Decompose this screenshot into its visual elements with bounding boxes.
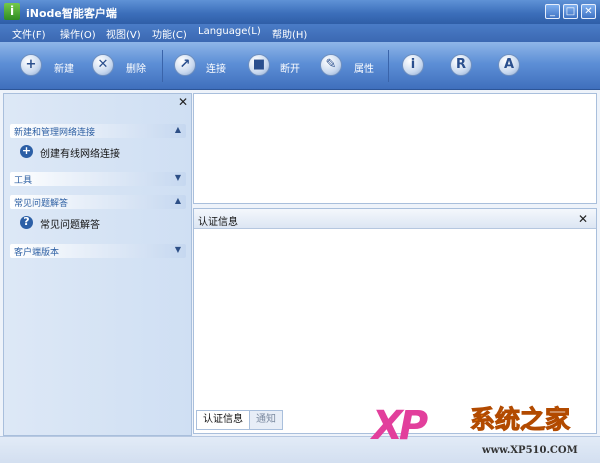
section-title: 工具 (14, 176, 33, 186)
section-client-version[interactable]: 客户端版本 ▼ (10, 244, 186, 258)
minimize-button[interactable]: _ (545, 4, 560, 19)
connection-list-pane[interactable] (193, 93, 597, 204)
properties-button-label[interactable]: 属性 (354, 60, 374, 75)
help-question-icon[interactable]: ? (20, 216, 33, 229)
add-icon[interactable]: + (20, 145, 33, 158)
auth-pane-header: 认证信息 ✕ (194, 209, 596, 229)
properties-wrench-icon[interactable]: ✎ (320, 54, 342, 76)
close-window-button[interactable]: ✕ (581, 4, 596, 19)
chevron-down-icon[interactable]: ▼ (175, 173, 181, 182)
info-icon[interactable]: i (402, 54, 424, 76)
auth-pane-close-icon[interactable]: ✕ (578, 212, 588, 226)
maximize-button[interactable]: □ (563, 4, 578, 19)
menu-function[interactable]: 功能(C) (152, 26, 187, 41)
menu-help[interactable]: 帮助(H) (272, 26, 307, 41)
chevron-up-icon[interactable]: ▲ (175, 196, 181, 205)
panel-close-icon[interactable]: ✕ (177, 96, 189, 108)
watermark-url: www.XP510.COM (482, 445, 578, 456)
delete-button-label[interactable]: 删除 (126, 60, 146, 75)
menu-language[interactable]: Language(L) (198, 26, 261, 37)
toolbar-separator (162, 50, 163, 82)
section-title: 客户端版本 (14, 248, 60, 258)
a-button-icon[interactable]: A (498, 54, 520, 76)
auth-info-pane: 认证信息 ✕ (193, 208, 597, 434)
window-title: iNode智能客户端 (26, 7, 117, 20)
section-faq[interactable]: 常见问题解答 ▲ (10, 195, 186, 209)
section-title: 新建和管理网络连接 (14, 128, 96, 138)
section-tools[interactable]: 工具 ▼ (10, 172, 186, 186)
section-title: 常见问题解答 (14, 199, 69, 209)
new-button-label[interactable]: 新建 (54, 60, 74, 75)
section-network-connections[interactable]: 新建和管理网络连接 ▲ (10, 124, 186, 138)
chevron-up-icon[interactable]: ▲ (175, 125, 181, 134)
title-bar: i iNode智能客户端 _ □ ✕ (0, 0, 600, 24)
faq-link[interactable]: 常见问题解答 (40, 216, 100, 231)
disconnect-button-label[interactable]: 断开 (280, 60, 300, 75)
toolbar: + 新建 ✕ 删除 ↗ 连接 ■ 断开 ✎ 属性 i R A (0, 42, 600, 90)
disconnect-stop-icon[interactable]: ■ (248, 54, 270, 76)
chevron-down-icon[interactable]: ▼ (175, 245, 181, 254)
menu-bar: 文件(F) 操作(O) 视图(V) 功能(C) Language(L) 帮助(H… (0, 24, 600, 42)
connect-icon[interactable]: ↗ (174, 54, 196, 76)
menu-file[interactable]: 文件(F) (12, 26, 46, 41)
toolbar-separator (388, 50, 389, 82)
tab-auth-info[interactable]: 认证信息 (196, 410, 250, 430)
delete-x-icon[interactable]: ✕ (92, 54, 114, 76)
connect-button-label[interactable]: 连接 (206, 60, 226, 75)
menu-operate[interactable]: 操作(O) (60, 26, 96, 41)
tab-notice[interactable]: 通知 (249, 410, 283, 430)
auth-pane-title: 认证信息 (198, 217, 238, 228)
menu-view[interactable]: 视图(V) (106, 26, 141, 41)
new-plus-icon[interactable]: + (20, 54, 42, 76)
watermark-brand: 系统之家 (469, 405, 571, 434)
app-logo-icon: i (4, 3, 20, 20)
watermark-xp-logo: XP (372, 403, 428, 449)
create-wired-connection-link[interactable]: 创建有线网络连接 (40, 145, 120, 160)
r-button-icon[interactable]: R (450, 54, 472, 76)
task-panel: ✕ 新建和管理网络连接 ▲ + 创建有线网络连接 工具 ▼ 常见问题解答 ▲ ?… (3, 93, 192, 436)
